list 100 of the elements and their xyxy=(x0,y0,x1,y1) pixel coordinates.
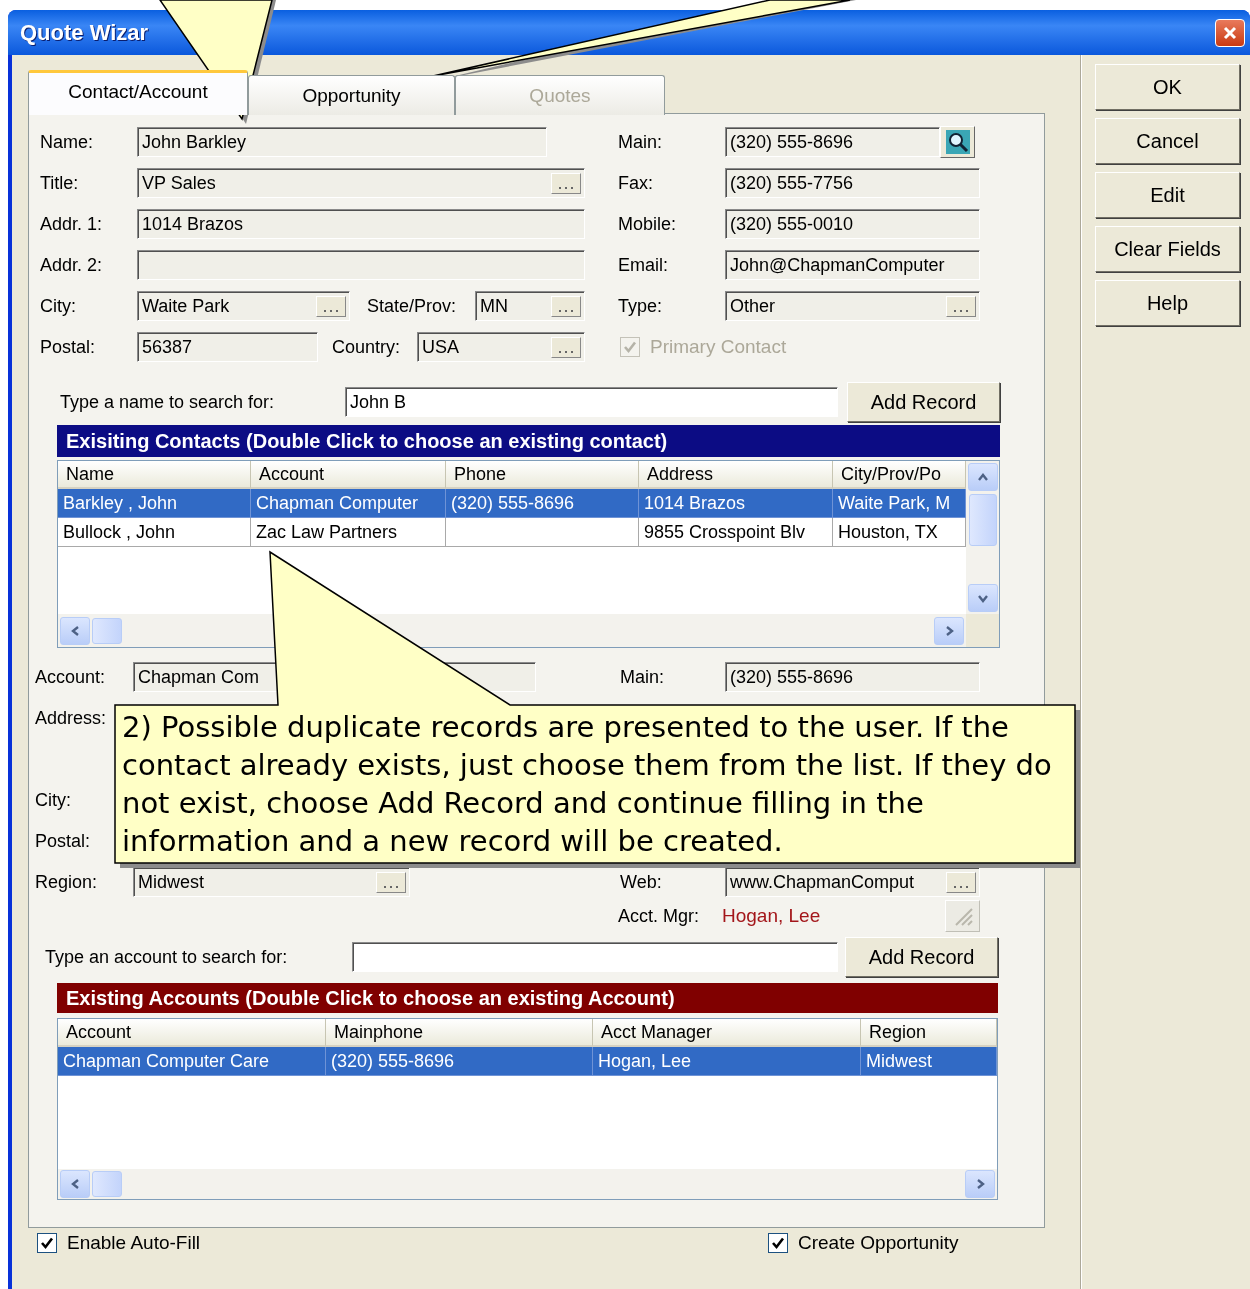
field-label: Web: xyxy=(620,871,663,893)
checkmark-icon xyxy=(40,1236,54,1250)
column-header[interactable]: Acct Manager xyxy=(593,1019,861,1047)
scroll-thumb[interactable] xyxy=(968,494,997,546)
table-cell: 9855 Crosspoint Blv xyxy=(639,518,833,547)
input-field[interactable] xyxy=(352,942,838,972)
dialog-button[interactable]: Edit xyxy=(1095,172,1240,218)
column-header[interactable]: Account xyxy=(251,461,446,489)
scroll-up-button[interactable] xyxy=(967,463,998,491)
column-header[interactable]: Phone xyxy=(446,461,639,489)
column-header[interactable]: Mainphone xyxy=(326,1019,593,1047)
browse-button[interactable] xyxy=(551,173,581,194)
input-field[interactable]: (320) 555-8696 xyxy=(725,662,980,692)
scroll-thumb[interactable] xyxy=(92,617,122,644)
field-label: Main: xyxy=(620,666,665,688)
ellipsis-icon xyxy=(954,309,968,313)
scrollbar-corner xyxy=(966,614,999,647)
input-field[interactable]: 56387 xyxy=(137,332,318,362)
dialog-button[interactable]: Help xyxy=(1095,280,1240,326)
table-cell: (320) 555-8696 xyxy=(326,1047,593,1076)
list-view[interactable]: Account Mainphone Acct Manager Region Chapman Computer Care (320) 555-8696 Hogan, Lee Midwest xyxy=(57,1018,998,1200)
field-label: Country: xyxy=(332,336,402,358)
input-field[interactable] xyxy=(137,250,585,280)
checkbox[interactable] xyxy=(768,1233,788,1253)
field-label: Addr. 2: xyxy=(40,254,104,276)
browse-button[interactable] xyxy=(551,337,581,358)
column-header[interactable]: City/Prov/Po xyxy=(833,461,966,489)
input-field[interactable]: www.ChapmanComput xyxy=(725,867,980,897)
checkbox-label[interactable]: Create Opportunity xyxy=(798,1232,959,1254)
dialog-button[interactable]: Cancel xyxy=(1095,118,1240,164)
field-label: Acct. Mgr: xyxy=(618,905,700,927)
field-label: Postal: xyxy=(40,336,97,358)
column-header[interactable]: Region xyxy=(861,1019,997,1047)
scroll-right-button[interactable] xyxy=(934,616,964,645)
lookup-button[interactable] xyxy=(940,126,975,158)
field-label: Mobile: xyxy=(618,213,678,235)
close-button[interactable] xyxy=(1215,18,1245,47)
browse-button[interactable] xyxy=(376,872,406,893)
close-icon xyxy=(1222,24,1238,41)
input-field[interactable]: Waite Park xyxy=(137,291,350,321)
input-field[interactable]: John B xyxy=(345,387,838,417)
field-label: Email: xyxy=(618,254,669,276)
table-cell: Zac Law Partners xyxy=(251,518,446,547)
checkbox-label[interactable]: Enable Auto-Fill xyxy=(67,1232,201,1254)
scroll-left-button[interactable] xyxy=(60,616,90,645)
input-field[interactable]: MN xyxy=(475,291,585,321)
column-header[interactable]: Name xyxy=(58,461,251,489)
scroll-right-button[interactable] xyxy=(965,1170,995,1198)
tab[interactable]: Contact/Account xyxy=(28,70,248,115)
field-label: Region: xyxy=(35,871,99,893)
list-title-bar: Exisiting Contacts (Double Click to choose an existing contact) xyxy=(57,425,1000,457)
input-field[interactable]: John Barkley xyxy=(137,127,547,157)
scrollbar[interactable] xyxy=(966,461,999,614)
input-field[interactable]: USA xyxy=(417,332,585,362)
list-title-bar: Existing Accounts (Double Click to choose an existing Account) xyxy=(57,983,998,1013)
browse-button[interactable] xyxy=(946,296,976,317)
input-field[interactable]: John@ChapmanComputer xyxy=(725,250,980,280)
ellipsis-icon xyxy=(559,350,573,354)
field-label: City: xyxy=(35,789,71,811)
ellipsis-icon xyxy=(559,186,573,190)
ellipsis-icon xyxy=(954,885,968,889)
add-record-button[interactable]: Add Record xyxy=(847,382,1000,422)
scroll-thumb[interactable] xyxy=(92,1171,122,1197)
column-header[interactable]: Account xyxy=(58,1019,326,1047)
field-label: Name: xyxy=(40,131,94,153)
ellipsis-icon xyxy=(384,885,398,889)
input-field[interactable]: Midwest xyxy=(133,867,410,897)
checkmark-icon xyxy=(771,1236,785,1250)
list-row[interactable]: Bullock , John Zac Law Partners 9855 Crosspoint Blv Houston, TX xyxy=(58,518,966,547)
dialog-button[interactable]: Clear Fields xyxy=(1095,226,1240,272)
dialog-button[interactable]: OK xyxy=(1095,64,1240,110)
table-cell: Bullock , John xyxy=(58,518,251,547)
list-row[interactable]: Chapman Computer Care (320) 555-8696 Hogan, Lee Midwest xyxy=(58,1047,997,1076)
browse-button[interactable] xyxy=(946,872,976,893)
checkbox[interactable] xyxy=(37,1233,57,1253)
column-header[interactable]: Address xyxy=(639,461,833,489)
ellipsis-icon xyxy=(324,309,338,313)
list-row[interactable]: Barkley , John Chapman Computer (320) 555-8696 1014 Brazos Waite Park, M xyxy=(58,489,966,518)
input-field[interactable]: VP Sales xyxy=(137,168,585,198)
list-view[interactable]: Name Account Phone Address City/Prov/Po Barkley , John Chapman Computer (320) 555-8696 1014 Brazos Waite Park, M Bullock , John Zac Law Partners 9855 Crosspoint Blv Houston, TX xyxy=(57,460,1000,648)
checkmark-icon xyxy=(623,340,637,354)
input-field[interactable]: (320) 555-8696 xyxy=(725,127,940,157)
scroll-left-button[interactable] xyxy=(60,1170,90,1198)
input-field[interactable]: (320) 555-0010 xyxy=(725,209,980,239)
callout-text: 2) Possible duplicate records are presented to the user. If the contact already exists, just choose them from the list. If they do not exist, choose Add Record and continue filling in the information and a new record will be created. xyxy=(122,709,1053,860)
browse-button[interactable] xyxy=(551,296,581,317)
input-field[interactable]: 1014 Brazos xyxy=(137,209,585,239)
search-icon xyxy=(945,130,970,154)
input-field[interactable]: (320) 555-7756 xyxy=(725,168,980,198)
input-field[interactable]: Other xyxy=(725,291,980,321)
scroll-down-button[interactable] xyxy=(967,584,998,612)
scrollbar[interactable] xyxy=(58,1169,997,1199)
tab[interactable]: Opportunity xyxy=(248,75,455,115)
window-title: Quote Wizar xyxy=(20,19,149,46)
table-cell: Chapman Computer Care xyxy=(58,1047,326,1076)
field-label: City: xyxy=(40,295,77,317)
field-value: Hogan, Lee xyxy=(722,905,822,927)
field-label: Type a name to search for: xyxy=(60,391,276,413)
browse-button[interactable] xyxy=(316,296,346,317)
add-record-button[interactable]: Add Record xyxy=(845,937,998,977)
